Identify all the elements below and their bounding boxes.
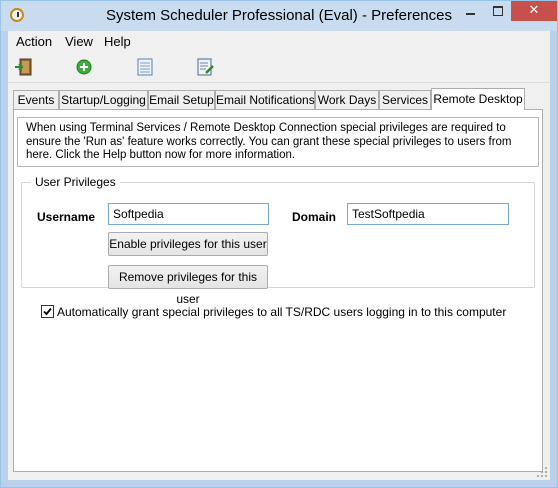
domain-label: Domain — [292, 210, 337, 224]
close-icon: ✕ — [528, 3, 540, 18]
tab-remote-desktop[interactable]: Remote Desktop — [431, 88, 525, 110]
maximize-button[interactable] — [484, 1, 511, 21]
user-privileges-legend: User Privileges — [31, 175, 120, 189]
enable-privileges-button[interactable]: Enable privileges for this user — [108, 232, 268, 256]
domain-input[interactable] — [347, 203, 509, 225]
maximize-icon — [492, 6, 503, 16]
notes-icon — [197, 58, 214, 76]
exit-door-icon — [15, 58, 32, 76]
tab-work-days[interactable]: Work Days — [315, 90, 379, 109]
list-toolbar-button[interactable] — [134, 56, 156, 78]
remove-privileges-button[interactable]: Remove privileges for this user — [108, 265, 268, 306]
close-button[interactable]: ✕ — [511, 1, 557, 21]
tab-services[interactable]: Services — [379, 90, 431, 109]
username-input[interactable] — [108, 203, 269, 225]
tab-email-notifications[interactable]: Email Notifications — [215, 90, 315, 109]
checkmark-icon — [43, 307, 52, 316]
tab-events[interactable]: Events — [13, 90, 59, 109]
menu-help[interactable]: Help — [104, 34, 131, 49]
title-bar[interactable]: System Scheduler Professional (Eval) - P… — [1, 1, 557, 31]
list-view-icon — [137, 58, 153, 76]
auto-grant-checkbox[interactable] — [41, 305, 54, 318]
user-privileges-group: User Privileges Username Domain Enable p… — [21, 175, 535, 306]
resize-grip-icon[interactable] — [536, 466, 548, 478]
preferences-window: System Scheduler Professional (Eval) - P… — [0, 0, 558, 488]
username-label: Username — [37, 210, 96, 224]
toolbar — [8, 52, 550, 83]
minimize-button[interactable] — [457, 1, 484, 21]
tab-startup-logging[interactable]: Startup/Logging — [59, 90, 148, 109]
minimize-icon — [466, 13, 475, 15]
exit-toolbar-button[interactable] — [13, 56, 35, 78]
menu-view[interactable]: View — [65, 34, 93, 49]
add-icon — [76, 59, 92, 75]
menu-bar: Action View Help — [8, 31, 550, 51]
window-client-area: Action View Help Events Startup/Logging … — [8, 31, 550, 480]
preferences-tabs: Events Startup/Logging Email Setup Email… — [13, 88, 543, 110]
tab-email-setup[interactable]: Email Setup — [148, 90, 215, 109]
info-text: When using Terminal Services / Remote De… — [17, 117, 539, 167]
add-toolbar-button[interactable] — [73, 56, 95, 78]
notes-toolbar-button[interactable] — [194, 56, 216, 78]
remote-desktop-panel: When using Terminal Services / Remote De… — [13, 109, 543, 472]
auto-grant-label[interactable]: Automatically grant special privileges t… — [57, 305, 506, 319]
menu-action[interactable]: Action — [16, 34, 52, 49]
